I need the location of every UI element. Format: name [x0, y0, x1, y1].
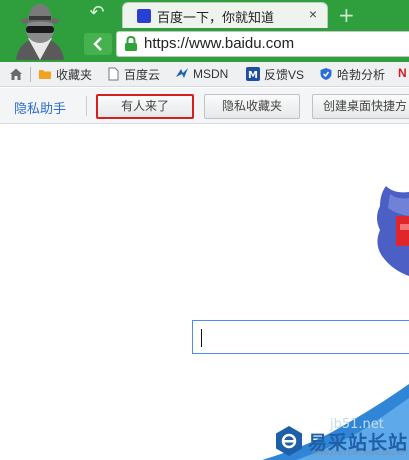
bookmark-msdn[interactable]: MSDN [175, 66, 228, 83]
title-bar: ↶ 百度一下，你就知道 × + https://www.baidu.com [0, 0, 409, 62]
lock-icon [125, 36, 137, 51]
bookmark-vs-feedback[interactable]: M 反馈VS [246, 66, 304, 83]
bookmark-hubble-analysis[interactable]: 哈勃分析 [319, 66, 385, 83]
home-icon[interactable] [9, 67, 23, 81]
privacy-helper-title: 隐私助手 [14, 101, 67, 116]
chevron-left-icon [93, 37, 102, 51]
watermark-logo-icon [276, 426, 302, 456]
bookmark-overflow-partial-icon[interactable]: N [398, 66, 407, 83]
baidu-logo-fragment-icon [377, 186, 409, 276]
bookmark-favorites[interactable]: 收藏夹 [38, 66, 92, 83]
tab-close-icon[interactable]: × [309, 6, 317, 22]
bookmark-baidu-cloud[interactable]: 百度云 [106, 66, 160, 83]
baidu-favicon-icon [137, 9, 151, 23]
bookmarks-separator [30, 67, 31, 82]
create-desktop-shortcut-button[interactable]: 创建桌面快捷方 [312, 94, 409, 119]
spy-mascot-avatar-icon [6, 2, 74, 60]
vs-feedback-icon: M [246, 67, 260, 81]
bookmarks-bar: 收藏夹 百度云 MSDN M 反馈VS 哈勃分析 N [0, 62, 409, 87]
privacy-helper-bar: 隐私助手 有人来了 隐私收藏夹 创建桌面快捷方 [0, 88, 409, 124]
svg-text:M: M [248, 70, 258, 81]
boss-key-button[interactable]: 有人来了 [96, 94, 194, 119]
text-caret [201, 329, 202, 347]
folder-icon [39, 70, 51, 79]
url-text: https://www.baidu.com [144, 35, 295, 52]
page-icon [108, 67, 119, 81]
tab-title: 百度一下，你就知道 [157, 10, 275, 25]
privacy-bar-divider [86, 96, 87, 116]
new-tab-button[interactable]: + [338, 3, 355, 27]
shield-icon [320, 68, 332, 80]
undo-close-tab-icon[interactable]: ↶ [86, 2, 108, 22]
search-input[interactable] [192, 320, 409, 354]
private-favorites-button[interactable]: 隐私收藏夹 [204, 94, 300, 119]
address-bar[interactable]: https://www.baidu.com [116, 31, 409, 57]
msdn-icon [176, 68, 188, 78]
watermark-subtext: WWW.EASY CMS WWW.JB51.NET [312, 451, 409, 457]
tab-baidu[interactable]: 百度一下，你就知道 × [122, 2, 328, 28]
back-button[interactable] [84, 33, 112, 55]
browser-window: ↶ 百度一下，你就知道 × + https://www.baidu.com 收藏… [0, 0, 409, 460]
